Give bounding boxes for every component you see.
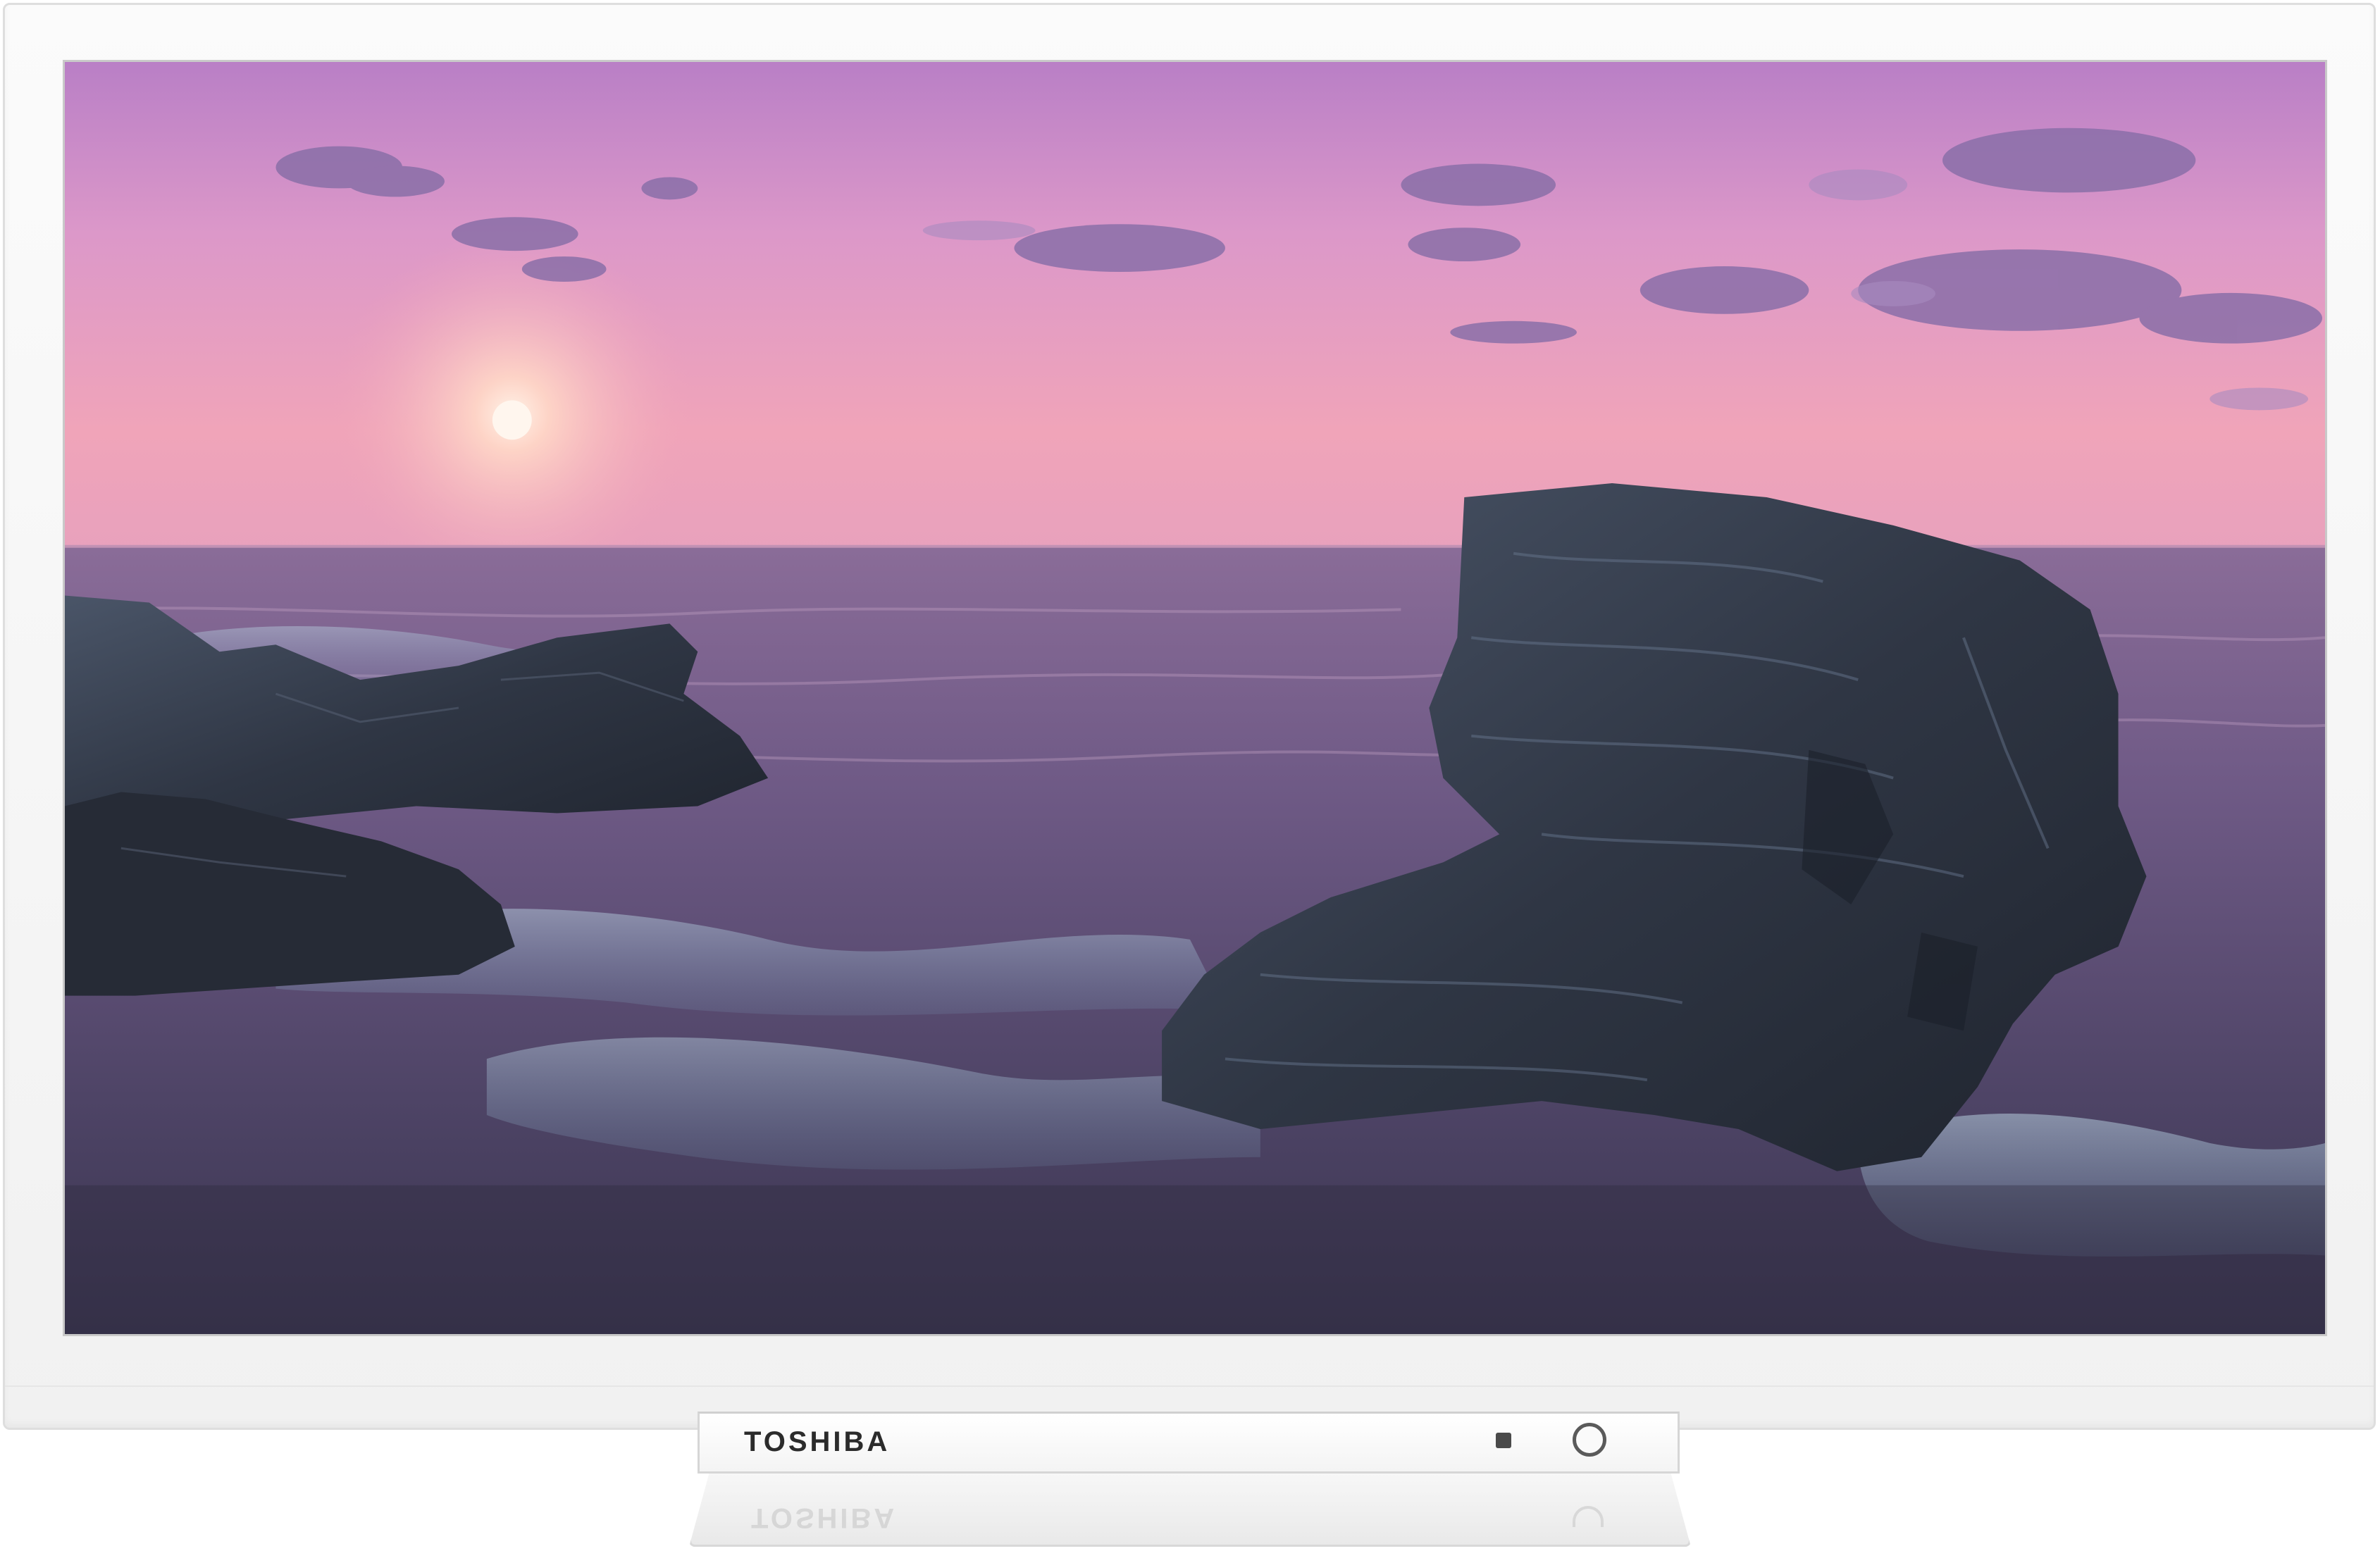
bezel-edge	[5, 1385, 2374, 1387]
seascape-image	[65, 62, 2325, 1334]
tv-screen	[63, 60, 2327, 1336]
standby-led-icon	[1496, 1433, 1511, 1448]
brand-reflection: TOSHIBA	[751, 1502, 898, 1533]
power-button[interactable]	[1573, 1423, 1606, 1457]
brand-logo: TOSHIBA	[744, 1426, 891, 1457]
tv-frame	[3, 3, 2376, 1430]
